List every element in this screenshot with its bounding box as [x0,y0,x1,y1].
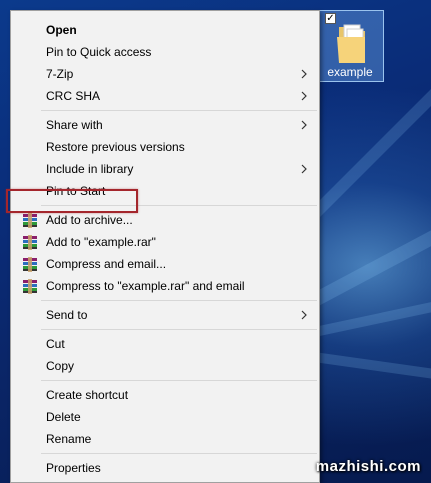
menu-separator [41,329,317,330]
winrar-icon [22,278,38,294]
winrar-icon [22,212,38,228]
menu-separator [41,453,317,454]
menu-item-share-with[interactable]: Share with [11,114,319,136]
menu-item-send-to[interactable]: Send to [11,304,319,326]
winrar-icon [22,234,38,250]
menu-item-properties[interactable]: Properties [11,457,319,479]
menu-item-label: Open [46,23,77,37]
menu-item-open[interactable]: Open [11,19,319,41]
menu-item-rename[interactable]: Rename [11,428,319,450]
chevron-right-icon [299,158,309,180]
menu-item-label: Add to archive... [46,213,133,227]
menu-item-label: Include in library [46,162,134,176]
menu-item-compress-and-email[interactable]: Compress and email... [11,253,319,275]
menu-item-pin-to-quick-access[interactable]: Pin to Quick access [11,41,319,63]
desktop-icon-label: example [327,65,373,79]
menu-item-compress-to-example-rar-and-email[interactable]: Compress to "example.rar" and email [11,275,319,297]
context-menu: Open Pin to Quick access 7-Zip CRC SHA Share… [10,10,320,483]
desktop-folder-example[interactable]: ✓ example [316,10,384,82]
menu-item-label: Add to "example.rar" [46,235,156,249]
winrar-icon [22,256,38,272]
menu-item-label: Share with [46,118,103,132]
menu-item-include-in-library[interactable]: Include in library [11,158,319,180]
chevron-right-icon [299,85,309,107]
menu-item-label: Restore previous versions [46,140,185,154]
chevron-right-icon [299,304,309,326]
menu-separator [41,380,317,381]
menu-item-label: Cut [46,337,65,351]
menu-item-delete[interactable]: Delete [11,406,319,428]
menu-item-label: Compress and email... [46,257,167,271]
menu-item-label: 7-Zip [46,67,74,81]
menu-item-crc-sha[interactable]: CRC SHA [11,85,319,107]
menu-item-add-to-example-rar[interactable]: Add to "example.rar" [11,231,319,253]
menu-item-cut[interactable]: Cut [11,333,319,355]
chevron-right-icon [299,114,309,136]
menu-item-label: Send to [46,308,88,322]
chevron-right-icon [299,63,309,85]
menu-item-label: Rename [46,432,92,446]
menu-item-restore-previous-versions[interactable]: Restore previous versions [11,136,319,158]
menu-separator [41,300,317,301]
menu-item-label: Create shortcut [46,388,129,402]
menu-item-7-zip[interactable]: 7-Zip [11,63,319,85]
watermark-text: mazhishi.com [315,458,421,475]
menu-item-label: Copy [46,359,75,373]
folder-icon [337,24,365,63]
menu-item-create-shortcut[interactable]: Create shortcut [11,384,319,406]
menu-item-label: Pin to Quick access [46,45,152,59]
menu-separator [41,110,317,111]
menu-item-label: Compress to "example.rar" and email [46,279,245,293]
menu-item-label: Properties [46,461,101,475]
menu-item-copy[interactable]: Copy [11,355,319,377]
menu-item-label: Delete [46,410,81,424]
highlight-annotation [6,189,138,213]
menu-item-label: CRC SHA [46,89,101,103]
